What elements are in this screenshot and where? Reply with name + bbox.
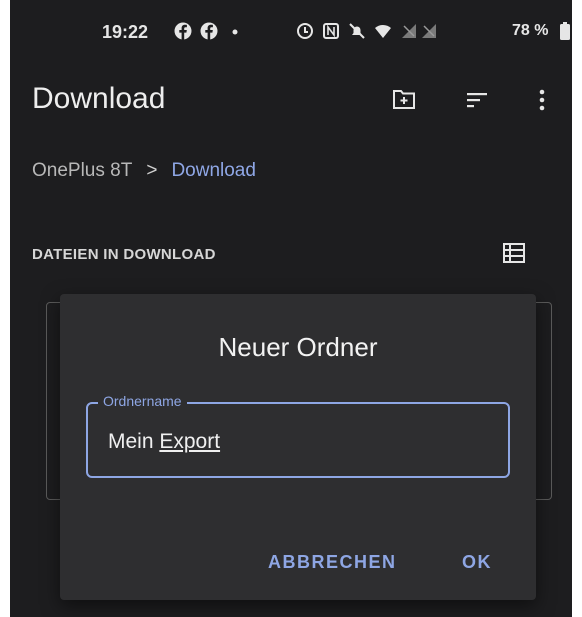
no-signal-icon: [422, 24, 436, 38]
battery-icon: [560, 22, 570, 40]
ok-button[interactable]: OK: [462, 552, 492, 573]
breadcrumb-separator: >: [146, 160, 158, 181]
breadcrumb-current[interactable]: Download: [171, 160, 256, 181]
nfc-icon: [323, 23, 339, 39]
folder-name-text: Mein: [108, 430, 160, 453]
wifi-icon: [375, 24, 391, 38]
folder-name-underlined-text: Export: [159, 430, 221, 453]
data-saver-icon: [297, 23, 313, 39]
folder-name-field[interactable]: Ordnername Mein Export: [86, 393, 510, 478]
mute-icon: [349, 23, 365, 39]
page-title: Download: [32, 82, 166, 115]
overflow-menu-icon[interactable]: [538, 88, 546, 112]
facebook-icon: [174, 22, 192, 40]
section-header: DATEIEN IN DOWNLOAD: [32, 246, 216, 263]
phone-screen: 19:22 78 % Download OnePlus 8T > Downloa…: [10, 0, 572, 617]
no-signal-icon: [402, 24, 416, 38]
new-folder-dialog: Neuer Ordner Ordnername Mein Export ABBR…: [60, 294, 536, 600]
dialog-title: Neuer Ordner: [218, 332, 378, 362]
list-view-icon[interactable]: [502, 242, 526, 264]
folder-name-input[interactable]: Mein Export: [108, 430, 220, 454]
dot-icon: [232, 29, 238, 35]
folder-name-label: Ordnername: [98, 393, 187, 409]
breadcrumb-root[interactable]: OnePlus 8T: [32, 160, 132, 181]
status-time: 19:22: [102, 22, 149, 42]
status-bar: 19:22 78 %: [10, 0, 572, 64]
new-folder-icon[interactable]: [392, 88, 416, 110]
facebook-icon: [200, 22, 218, 40]
cancel-button[interactable]: ABBRECHEN: [268, 552, 397, 573]
sort-icon[interactable]: [465, 90, 489, 110]
breadcrumb: OnePlus 8T > Download: [32, 160, 256, 182]
battery-percent: 78 %: [512, 22, 549, 39]
